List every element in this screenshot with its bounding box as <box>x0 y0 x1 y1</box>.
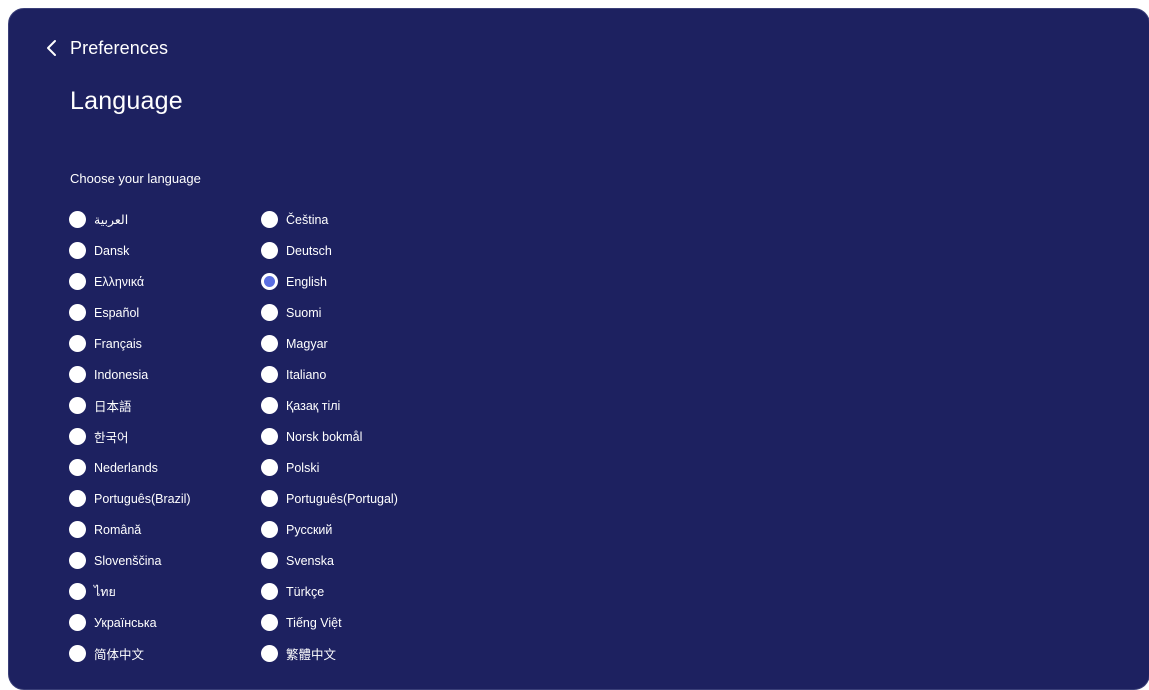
radio-unselected-icon[interactable] <box>69 645 86 662</box>
language-option-label: 한국어 <box>94 431 129 445</box>
language-option-label: العربية <box>94 213 129 227</box>
language-option[interactable]: Español <box>69 297 261 328</box>
radio-unselected-icon[interactable] <box>261 397 278 414</box>
back-label: Preferences <box>70 37 169 58</box>
language-option-label: Français <box>94 336 142 351</box>
language-option[interactable]: Français <box>69 328 261 359</box>
language-option[interactable]: Português(Brazil) <box>69 483 261 514</box>
radio-unselected-icon[interactable] <box>69 428 86 445</box>
language-option-label: Deutsch <box>286 243 332 258</box>
radio-unselected-icon[interactable] <box>261 428 278 445</box>
language-option-label: Português(Brazil) <box>94 491 191 506</box>
language-option[interactable]: Norsk bokmål <box>261 421 461 452</box>
language-option-label: Magyar <box>286 336 328 351</box>
language-option[interactable]: Čeština <box>261 204 461 235</box>
language-option-label: Қазақ тілі <box>286 398 341 413</box>
language-option[interactable]: Italiano <box>261 359 461 390</box>
radio-unselected-icon[interactable] <box>261 614 278 631</box>
language-option[interactable]: Slovenščina <box>69 545 261 576</box>
radio-unselected-icon[interactable] <box>69 521 86 538</box>
radio-unselected-icon[interactable] <box>69 211 86 228</box>
language-option[interactable]: Türkçe <box>261 576 461 607</box>
language-settings-panel: Preferences Language Choose your languag… <box>8 8 1149 690</box>
back-button[interactable]: Preferences <box>43 35 168 61</box>
language-option-label: Română <box>94 522 142 537</box>
radio-unselected-icon[interactable] <box>69 459 86 476</box>
radio-unselected-icon[interactable] <box>69 304 86 321</box>
language-option[interactable]: 日本語 <box>69 390 261 421</box>
language-option-label: Slovenščina <box>94 553 162 568</box>
language-option-label: English <box>286 274 327 289</box>
language-option[interactable]: Ελληνικά <box>69 266 261 297</box>
language-option[interactable]: Svenska <box>261 545 461 576</box>
radio-unselected-icon[interactable] <box>261 366 278 383</box>
radio-unselected-icon[interactable] <box>69 583 86 600</box>
radio-unselected-icon[interactable] <box>261 645 278 662</box>
chevron-left-icon[interactable] <box>43 38 63 58</box>
radio-unselected-icon[interactable] <box>69 490 86 507</box>
language-option[interactable]: Português(Portugal) <box>261 483 461 514</box>
language-option-label: Русский <box>286 522 333 537</box>
language-option[interactable]: ไทย <box>69 576 261 607</box>
radio-unselected-icon[interactable] <box>261 583 278 600</box>
radio-unselected-icon[interactable] <box>69 614 86 631</box>
radio-unselected-icon[interactable] <box>69 242 86 259</box>
language-option[interactable]: Қазақ тілі <box>261 390 461 421</box>
radio-unselected-icon[interactable] <box>261 552 278 569</box>
page-title: Language <box>70 87 183 115</box>
language-option-label: Ελληνικά <box>94 274 145 289</box>
language-option[interactable]: Nederlands <box>69 452 261 483</box>
radio-unselected-icon[interactable] <box>261 304 278 321</box>
radio-unselected-icon[interactable] <box>261 335 278 352</box>
language-option-label: Türkçe <box>286 584 325 599</box>
language-option-label: Norsk bokmål <box>286 429 363 444</box>
language-option[interactable]: Română <box>69 514 261 545</box>
language-option[interactable]: Українська <box>69 607 261 638</box>
language-option-label: Nederlands <box>94 460 158 475</box>
language-option[interactable]: 简体中文 <box>69 638 261 669</box>
radio-unselected-icon[interactable] <box>69 366 86 383</box>
language-option[interactable]: 한국어 <box>69 421 261 452</box>
language-option[interactable]: 繁體中文 <box>261 638 461 669</box>
radio-unselected-icon[interactable] <box>69 273 86 290</box>
language-option[interactable]: Suomi <box>261 297 461 328</box>
language-option-label: Suomi <box>286 305 322 320</box>
radio-unselected-icon[interactable] <box>69 335 86 352</box>
language-option-label: 简体中文 <box>94 648 145 662</box>
language-option-label: Español <box>94 305 140 320</box>
language-option-label: ไทย <box>94 584 116 599</box>
language-radio-group: العربية Čeština Dansk Deutsch Ελληνικά Englis… <box>69 204 461 669</box>
language-option-label: Italiano <box>286 367 327 382</box>
radio-unselected-icon[interactable] <box>261 490 278 507</box>
language-option-label: Polski <box>286 460 320 475</box>
language-option[interactable]: Tiếng Việt <box>261 607 461 638</box>
language-option-label: Українська <box>94 615 157 630</box>
language-option-label: Čeština <box>286 212 329 227</box>
language-option-label: Svenska <box>286 553 334 568</box>
language-option-label: Português(Portugal) <box>286 491 398 506</box>
language-option[interactable]: Magyar <box>261 328 461 359</box>
language-option[interactable]: Dansk <box>69 235 261 266</box>
section-label: Choose your language <box>70 171 201 186</box>
language-option-label: Tiếng Việt <box>286 615 342 630</box>
language-option-label: 繁體中文 <box>286 648 337 662</box>
language-option[interactable]: Polski <box>261 452 461 483</box>
language-option-label: Dansk <box>94 243 130 258</box>
language-option[interactable]: Deutsch <box>261 235 461 266</box>
language-option-label: Indonesia <box>94 367 149 382</box>
radio-unselected-icon[interactable] <box>261 242 278 259</box>
language-option[interactable]: العربية <box>69 204 261 235</box>
language-option[interactable]: English <box>261 266 461 297</box>
language-option[interactable]: Русский <box>261 514 461 545</box>
radio-unselected-icon[interactable] <box>261 459 278 476</box>
radio-unselected-icon[interactable] <box>69 397 86 414</box>
language-option-label: 日本語 <box>94 400 132 414</box>
language-option[interactable]: Indonesia <box>69 359 261 390</box>
radio-unselected-icon[interactable] <box>261 521 278 538</box>
radio-selected-icon[interactable] <box>261 273 278 290</box>
radio-unselected-icon[interactable] <box>261 211 278 228</box>
radio-unselected-icon[interactable] <box>69 552 86 569</box>
